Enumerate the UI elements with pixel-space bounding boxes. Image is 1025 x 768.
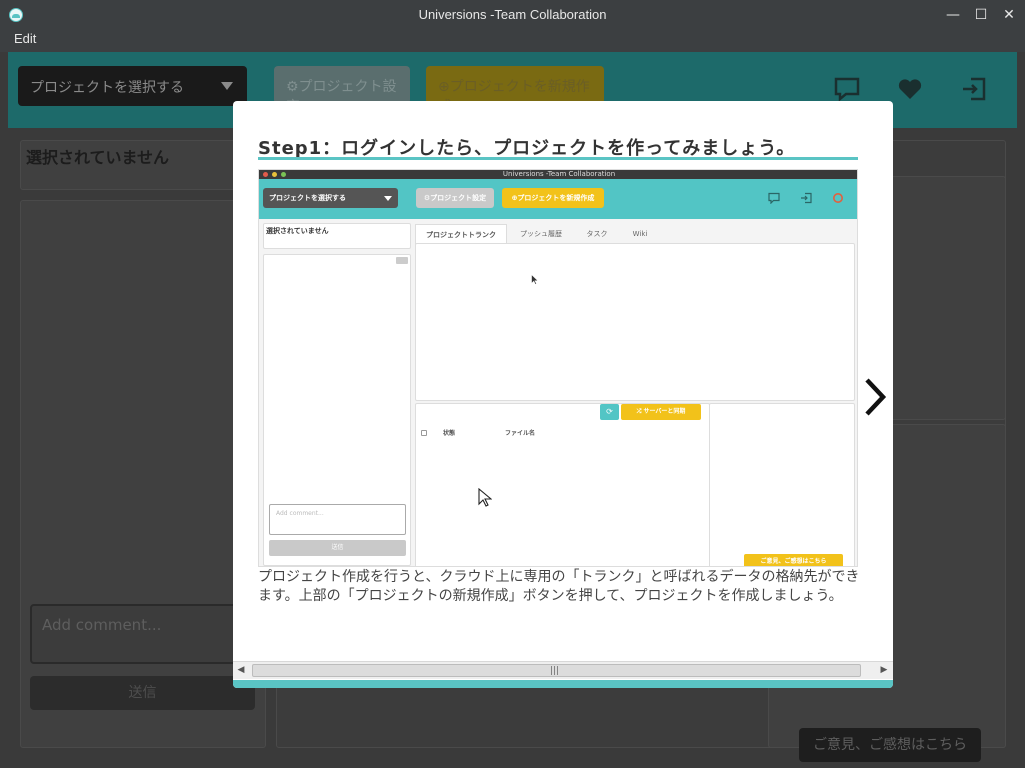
screenshot-tab-trunk: プロジェクトトランク	[415, 224, 507, 244]
screenshot-project-select: プロジェクトを選択する	[263, 188, 398, 208]
screenshot-toolbar: プロジェクトを選択する ⚙プロジェクト設定 ⊕プロジェクトを新規作成	[259, 179, 857, 219]
screenshot-select-all-checkbox	[421, 430, 427, 436]
maximize-button[interactable]: ☐	[970, 5, 992, 25]
screenshot-settings-button: ⚙プロジェクト設定	[416, 188, 494, 208]
no-selection-label: 選択されていません	[26, 148, 170, 167]
screenshot-comment-input: Add comment...	[269, 504, 406, 535]
refresh-icon: ⟳	[600, 404, 619, 420]
screenshot-col-filename: ファイル名	[505, 430, 536, 437]
comment-panel	[20, 200, 266, 748]
project-settings-button[interactable]: ⚙プロジェクト設定	[274, 66, 410, 115]
screenshot-tab-wiki: Wiki	[632, 230, 648, 238]
screenshot-feedback-button: ご意見、ご感想はこちら	[744, 554, 843, 566]
project-select-label: プロジェクトを選択する	[30, 80, 184, 96]
chevron-down-icon	[221, 82, 233, 90]
comment-input[interactable]: Add comment...	[30, 604, 255, 664]
logout-icon	[799, 192, 813, 206]
scrollbar-thumb[interactable]: |||	[252, 664, 861, 677]
screenshot-no-selection: 選択されていません	[266, 227, 329, 235]
new-project-button[interactable]: ⊕プロジェクトを新規作成	[426, 66, 604, 115]
cursor-icon	[478, 488, 492, 507]
horizontal-scrollbar[interactable]: ◀ ||| ▶	[233, 661, 893, 679]
screenshot-titlebar: Universions -Team Collaboration	[259, 170, 857, 179]
screenshot-tab-tasks: タスク	[586, 230, 608, 238]
screenshot-detail-panel	[709, 403, 855, 566]
logout-icon[interactable]	[960, 76, 988, 104]
tutorial-modal: Step1：ログインしたら、プロジェクトを作ってみましょう。 Universio…	[233, 101, 893, 688]
window-titlebar: Universions -Team Collaboration — ☐ ✕	[0, 0, 1025, 30]
screenshot-window-title: Universions -Team Collaboration	[502, 170, 616, 178]
screenshot-new-project-button: ⊕プロジェクトを新規作成	[502, 188, 604, 208]
scrollbar-grip: |||	[550, 666, 560, 676]
screenshot-sync-button: ⤮ サーバーと同期	[621, 404, 701, 420]
screenshot-trunk-view	[415, 243, 855, 401]
send-button[interactable]: 送信	[30, 676, 255, 710]
chat-icon[interactable]	[833, 76, 861, 104]
screenshot-tab-push-history: プッシュ履歴	[520, 230, 562, 238]
screenshot-file-list	[415, 403, 710, 566]
window-title: Universions -Team Collaboration	[418, 7, 607, 22]
project-select[interactable]: プロジェクトを選択する	[18, 66, 247, 106]
minimize-button[interactable]: —	[942, 5, 964, 25]
next-arrow-icon[interactable]	[863, 377, 887, 417]
tutorial-screenshot: Universions -Team Collaboration プロジェクトを選…	[258, 169, 858, 567]
feedback-button[interactable]: ご意見、ご感想はこちら	[799, 728, 981, 762]
cursor-icon	[531, 274, 539, 285]
power-icon	[831, 192, 845, 206]
scroll-right-icon[interactable]: ▶	[879, 665, 889, 675]
chat-icon	[767, 192, 781, 206]
modal-accent-bar	[233, 680, 893, 688]
screenshot-project-select-label: プロジェクトを選択する	[269, 194, 346, 202]
scroll-left-icon[interactable]: ◀	[236, 665, 246, 675]
screenshot-send-button: 送信	[269, 540, 406, 556]
menubar: Edit	[0, 30, 1025, 52]
collapse-icon	[396, 257, 408, 264]
menu-edit[interactable]: Edit	[14, 31, 36, 46]
heart-icon[interactable]	[896, 76, 924, 104]
title-underline	[258, 157, 858, 160]
chevron-down-icon	[384, 196, 392, 201]
step-description: プロジェクト作成を行うと、クラウド上に専用の「トランク」と呼ばれるデータの格納先…	[258, 569, 860, 604]
close-button[interactable]: ✕	[998, 5, 1020, 25]
screenshot-col-status: 状態	[443, 430, 456, 437]
